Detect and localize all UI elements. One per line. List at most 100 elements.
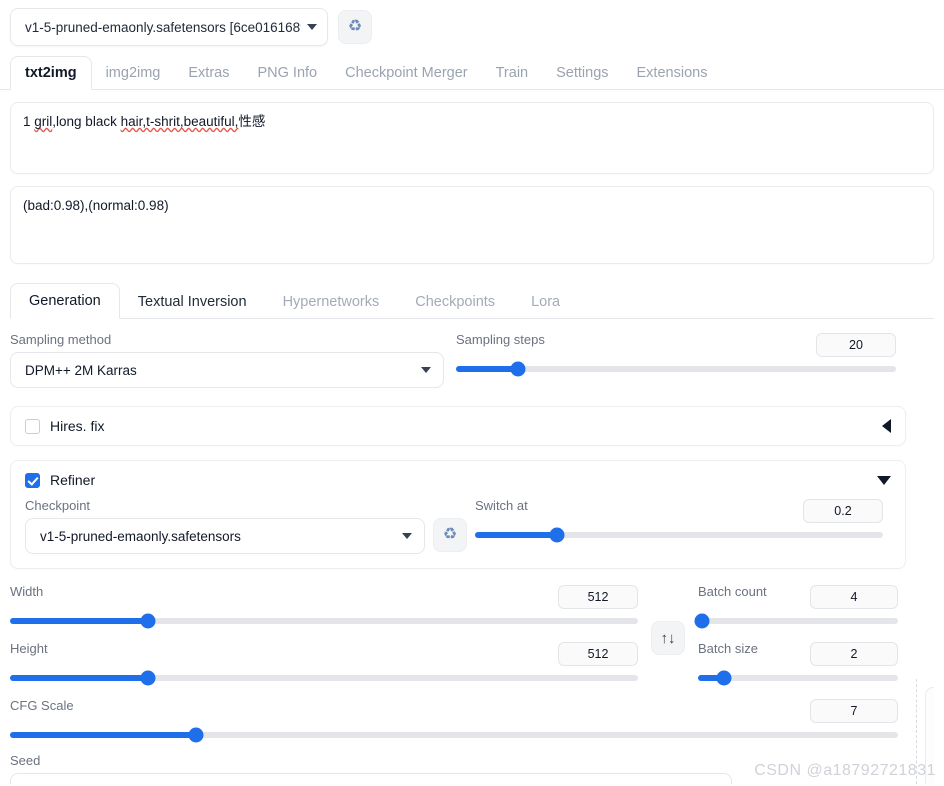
cfg-scale-label: CFG Scale [10,698,74,713]
width-group: Width 512 [10,585,638,629]
height-label: Height [10,641,48,656]
switch-at-value-input[interactable]: 0.2 [803,499,883,523]
refresh-checkpoints-button[interactable]: ♻ [338,10,372,44]
batch-size-label: Batch size [698,641,758,656]
triangle-down-icon[interactable] [877,475,891,485]
sampling-method-group: Sampling method DPM++ 2M Karras [10,333,456,388]
checkpoint-toolbar: v1-5-pruned-emaonly.safetensors [6ce0161… [0,0,944,52]
sampling-steps-group: Sampling steps 20 [456,333,896,388]
chevron-down-icon [307,24,317,30]
sampling-steps-head: Sampling steps 20 [456,333,896,357]
generation-body: Sampling method DPM++ 2M Karras Sampling… [10,319,934,784]
refiner-refresh-group: ♻ [425,499,475,552]
switch-at-head: Switch at 0.2 [475,499,883,523]
batch-size-group: Batch size 2 [698,642,898,686]
tab-png-info[interactable]: PNG Info [243,65,331,90]
watermark-text: CSDN @a18792721831 [754,762,936,779]
refiner-checkbox[interactable] [25,472,40,488]
refiner-checkpoint-group: Checkpoint v1-5-pruned-emaonly.safetenso… [25,499,425,554]
chevron-down-icon [421,367,431,373]
swap-group: ↑↓ [638,585,698,655]
width-slider[interactable] [10,613,638,629]
swap-arrows-icon: ↑↓ [660,629,676,647]
prompt-seg-3: hair,t-shrit,beautiful, [120,114,239,129]
batch-size-slider[interactable] [698,670,898,686]
size-batch-row: Width 512 Height 512 ↑↓ Batch count 4 Ba… [10,585,906,686]
tab-txt2img[interactable]: txt2img [10,55,92,90]
refiner-checkpoint-dropdown[interactable]: v1-5-pruned-emaonly.safetensors [25,518,425,554]
batch-count-head: Batch count 4 [698,585,898,609]
cfg-scale-slider[interactable] [10,727,898,743]
refiner-checkpoint-value: v1-5-pruned-emaonly.safetensors [40,528,241,544]
negative-prompt-field[interactable]: (bad:0.98),(normal:0.98) [10,186,934,264]
batch-size-value-input[interactable]: 2 [810,642,898,666]
subtab-lora[interactable]: Lora [513,294,578,319]
checkpoint-select[interactable]: v1-5-pruned-emaonly.safetensors [6ce0161… [10,8,328,46]
sampling-steps-label: Sampling steps [456,332,545,347]
hires-fix-label: Hires. fix [50,418,105,434]
height-value-input[interactable]: 512 [558,642,638,666]
positive-prompt-text: 1 gril,long black hair,t-shrit,beautiful… [11,103,933,142]
refiner-label: Refiner [50,472,96,488]
height-slider[interactable] [10,670,638,686]
subtab-textual-inversion[interactable]: Textual Inversion [120,294,265,319]
triangle-left-icon[interactable] [882,419,891,433]
refiner-accordion: Refiner Checkpoint v1-5-pruned-emaonly.s… [10,460,906,569]
switch-at-group: Switch at 0.2 [475,499,883,543]
main-tab-bar: txt2img img2img Extras PNG Info Checkpoi… [0,52,944,90]
hires-fix-checkbox[interactable] [25,418,40,434]
refiner-checkpoint-label: Checkpoint [25,498,91,513]
seed-input[interactable] [10,773,732,784]
tab-extras[interactable]: Extras [174,65,243,90]
batch-count-group: Batch count 4 [694,585,898,629]
height-head: Height 512 [10,642,638,666]
refresh-icon: ♻ [347,18,363,35]
tab-checkpoint-merger[interactable]: Checkpoint Merger [331,65,482,90]
chevron-down-icon [402,533,412,539]
sampling-method-dropdown[interactable]: DPM++ 2M Karras [10,352,444,388]
switch-at-slider[interactable] [475,527,883,543]
height-group: Height 512 [10,642,638,686]
sampling-steps-slider[interactable] [456,361,896,377]
width-label: Width [10,584,44,599]
sampling-method-label: Sampling method [10,332,112,347]
refiner-header[interactable]: Refiner [11,461,905,499]
hires-fix-header[interactable]: Hires. fix [11,407,905,445]
width-value-input[interactable]: 512 [558,585,638,609]
prompt-seg-1: gril [34,114,53,129]
tab-img2img[interactable]: img2img [92,65,175,90]
width-head: Width 512 [10,585,638,609]
batch-count-label: Batch count [698,584,767,599]
cfg-scale-value-input[interactable]: 7 [810,699,898,723]
prompt-seg-0: 1 [23,114,35,129]
batch-count-slider[interactable] [694,613,898,629]
refiner-body: Checkpoint v1-5-pruned-emaonly.safetenso… [11,499,905,554]
batch-group: Batch count 4 Batch size 2 [694,585,898,686]
refresh-refiner-checkpoints-button[interactable]: ♻ [433,518,467,552]
tab-extensions[interactable]: Extensions [623,65,722,90]
batch-size-head: Batch size 2 [698,642,898,666]
sampling-row: Sampling method DPM++ 2M Karras Sampling… [10,333,906,388]
prompt-seg-2: ,long black [52,114,121,129]
cfg-scale-group: CFG Scale 7 [10,699,898,743]
subtab-checkpoints[interactable]: Checkpoints [397,294,513,319]
subtab-hypernetworks[interactable]: Hypernetworks [265,294,398,319]
tab-settings[interactable]: Settings [542,65,622,90]
negative-prompt-text: (bad:0.98),(normal:0.98) [23,198,169,213]
generation-left-column: Sampling method DPM++ 2M Karras Sampling… [10,333,906,784]
sub-tab-bar: Generation Textual Inversion Hypernetwor… [10,280,934,319]
switch-at-label: Switch at [475,498,528,513]
checkpoint-select-value: v1-5-pruned-emaonly.safetensors [6ce0161… [25,19,301,35]
cfg-scale-head: CFG Scale 7 [10,699,898,723]
positive-prompt-field[interactable]: 1 gril,long black hair,t-shrit,beautiful… [10,102,934,174]
generation-panel: Generation Textual Inversion Hypernetwor… [10,280,934,784]
batch-count-value-input[interactable]: 4 [810,585,898,609]
swap-dimensions-button[interactable]: ↑↓ [651,621,685,655]
subtab-generation[interactable]: Generation [10,282,120,319]
tab-train[interactable]: Train [482,65,543,90]
sampling-steps-value-input[interactable]: 20 [816,333,896,357]
refresh-icon: ♻ [442,526,458,543]
size-group: Width 512 Height 512 [10,585,638,686]
hires-fix-accordion[interactable]: Hires. fix [10,406,906,446]
prompt-seg-4: 性感 [238,114,266,129]
